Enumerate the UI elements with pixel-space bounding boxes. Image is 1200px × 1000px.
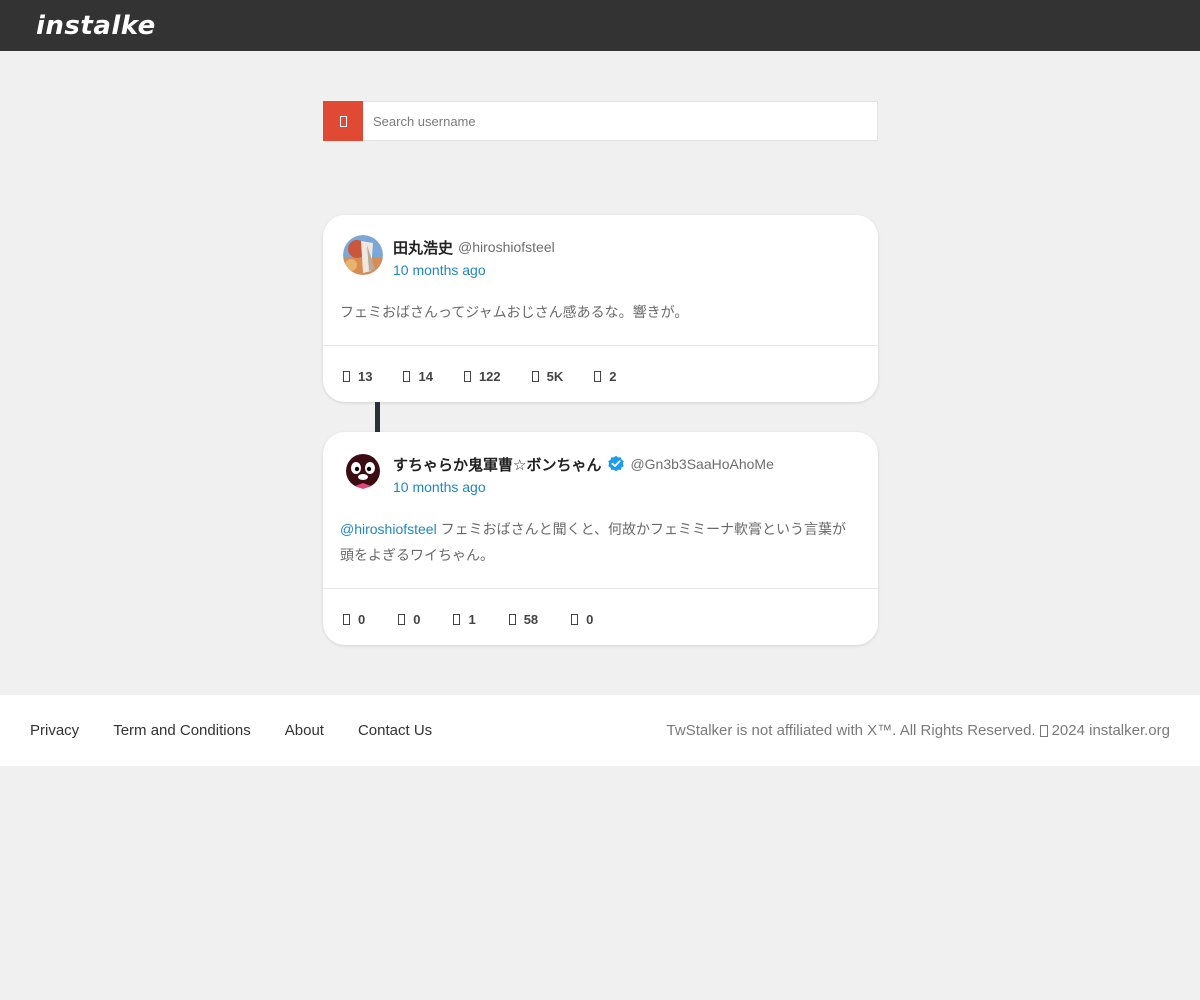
verified-badge-icon xyxy=(608,455,625,472)
retweet-count[interactable]: 0 xyxy=(398,612,420,627)
footer-link-privacy[interactable]: Privacy xyxy=(30,722,79,739)
display-name[interactable]: すちゃらか鬼軍曹☆ボンちゃん xyxy=(393,454,601,475)
reply-count[interactable]: 0 xyxy=(343,612,365,627)
tweet-card: 田丸浩史 @hiroshiofsteel 10 months ago フェミおば… xyxy=(323,215,878,402)
reply-count-value: 0 xyxy=(358,611,366,627)
user-handle[interactable]: @Gn3b3SaaHoAhoMe xyxy=(630,456,773,472)
top-bar: instalker xyxy=(0,0,1200,51)
tweet-stats: 13 14 122 5K 2 xyxy=(343,366,648,386)
bookmark-count[interactable]: 2 xyxy=(594,368,617,384)
like-count[interactable]: 1 xyxy=(453,611,476,627)
like-count-value: 1 xyxy=(468,611,476,627)
user-handle[interactable]: @hiroshiofsteel xyxy=(458,239,555,255)
footer: Privacy Term and Conditions About Contac… xyxy=(0,695,1200,766)
divider xyxy=(323,345,878,346)
name-row: 田丸浩史 @hiroshiofsteel xyxy=(393,236,555,258)
tweet-stats: 0 0 1 58 0 xyxy=(343,609,626,629)
heart-icon xyxy=(463,370,471,382)
avatar[interactable] xyxy=(343,235,383,275)
logo-text: instalker xyxy=(36,11,156,41)
bookmark-count[interactable]: 0 xyxy=(571,612,593,627)
footer-link-terms[interactable]: Term and Conditions xyxy=(113,722,251,739)
copyright-site: 2024 instalker.org xyxy=(1051,722,1170,739)
search-button[interactable] xyxy=(323,101,363,141)
tweet-meta: すちゃらか鬼軍曹☆ボンちゃん @Gn3b3SaaHoAhoMe 10 month… xyxy=(393,453,774,495)
tweet-body: フェミおばさんってジャムおじさん感あるな。響きが。 xyxy=(340,304,689,320)
retweet-count-value: 0 xyxy=(413,611,421,627)
chart-icon xyxy=(531,370,539,382)
tweet-header: 田丸浩史 @hiroshiofsteel 10 months ago xyxy=(343,235,555,278)
reply-icon xyxy=(343,370,350,382)
reply-count-value: 13 xyxy=(358,368,373,384)
thread-connector xyxy=(375,402,380,432)
name-row: すちゃらか鬼軍曹☆ボンちゃん @Gn3b3SaaHoAhoMe xyxy=(393,453,774,475)
tweet-timestamp[interactable]: 10 months ago xyxy=(393,262,555,278)
site-logo[interactable]: instalker xyxy=(28,11,156,41)
view-count[interactable]: 5K xyxy=(531,368,564,384)
footer-link-contact[interactable]: Contact Us xyxy=(358,722,432,739)
heart-icon xyxy=(453,613,461,625)
retweet-icon xyxy=(398,613,406,625)
display-name[interactable]: 田丸浩史 xyxy=(393,237,453,258)
view-count[interactable]: 58 xyxy=(508,611,539,627)
mention-link[interactable]: @hiroshiofsteel xyxy=(340,521,437,537)
retweet-count[interactable]: 14 xyxy=(403,368,433,384)
like-count[interactable]: 122 xyxy=(463,368,501,384)
retweet-count-value: 14 xyxy=(418,368,433,384)
reply-count[interactable]: 13 xyxy=(343,369,372,384)
avatar[interactable] xyxy=(343,452,383,492)
tweet-card: すちゃらか鬼軍曹☆ボンちゃん @Gn3b3SaaHoAhoMe 10 month… xyxy=(323,432,878,645)
bookmark-count-value: 2 xyxy=(609,368,617,384)
view-count-value: 5K xyxy=(546,368,564,384)
tweet-text: @hiroshiofsteel フェミおばさんと聞くと、何故かフェミミーナ軟膏と… xyxy=(340,516,858,568)
copyright-icon xyxy=(1039,724,1048,737)
search-input[interactable] xyxy=(363,101,878,141)
bookmark-icon xyxy=(571,613,579,625)
footer-link-about[interactable]: About xyxy=(285,722,324,739)
tweet-header: すちゃらか鬼軍曹☆ボンちゃん @Gn3b3SaaHoAhoMe 10 month… xyxy=(343,452,774,495)
like-count-value: 122 xyxy=(478,368,501,384)
tweet-timestamp[interactable]: 10 months ago xyxy=(393,479,774,495)
bookmark-count-value: 0 xyxy=(586,611,594,627)
divider xyxy=(323,588,878,589)
footer-links: Privacy Term and Conditions About Contac… xyxy=(30,695,466,766)
chart-icon xyxy=(508,613,516,625)
copyright-notice: TwStalker is not affiliated with X™. All… xyxy=(667,695,1170,766)
bookmark-icon xyxy=(594,370,602,382)
reply-icon xyxy=(343,613,350,625)
search-bar xyxy=(323,101,878,141)
copyright-text: TwStalker is not affiliated with X™. All… xyxy=(666,722,1036,739)
search-icon xyxy=(339,115,347,127)
view-count-value: 58 xyxy=(523,611,539,627)
retweet-icon xyxy=(403,370,411,382)
tweet-meta: 田丸浩史 @hiroshiofsteel 10 months ago xyxy=(393,236,555,278)
tweet-text: フェミおばさんってジャムおじさん感あるな。響きが。 xyxy=(340,299,858,325)
